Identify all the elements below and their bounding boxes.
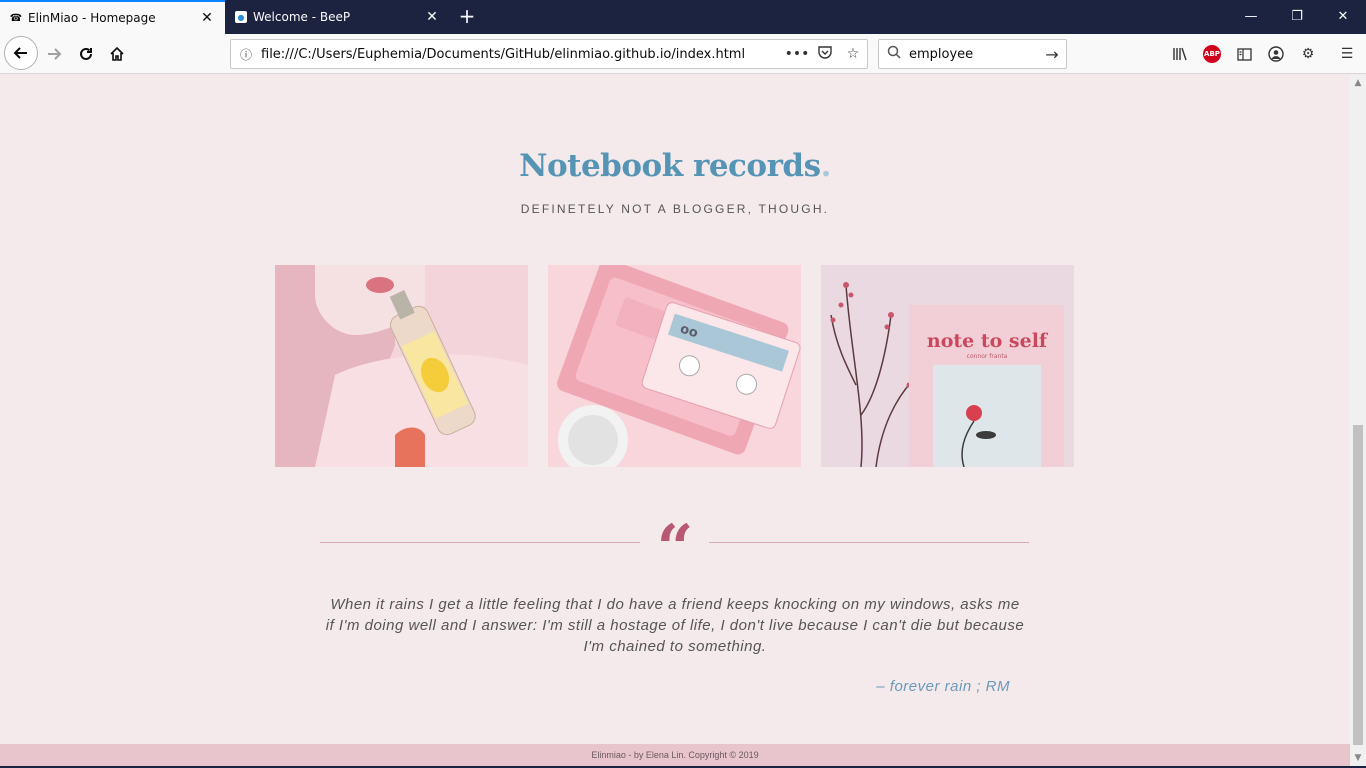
- address-bar[interactable]: ⓘ file:///C:/Users/Euphemia/Documents/Gi…: [230, 39, 868, 69]
- page-title-dot: .: [820, 148, 832, 184]
- minimize-window-icon[interactable]: —: [1228, 0, 1274, 32]
- beep-favicon-icon: ●: [235, 11, 247, 23]
- site-info-icon[interactable]: ⓘ: [231, 46, 261, 63]
- tab-title: ElinMiao - Homepage: [28, 11, 156, 25]
- search-icon: [879, 45, 909, 63]
- sidebar-icon[interactable]: [1233, 43, 1255, 65]
- new-tab-plus-icon[interactable]: +: [456, 6, 478, 28]
- quote-text: When it rains I get a little feeling tha…: [325, 596, 1025, 655]
- page-title-text: Notebook records: [519, 148, 821, 184]
- telephone-favicon-icon: ☎: [9, 12, 23, 24]
- close-tab-icon[interactable]: ✕: [424, 9, 440, 25]
- hamburger-menu-icon[interactable]: ☰: [1336, 43, 1358, 65]
- scroll-down-arrow-icon[interactable]: ▼: [1350, 753, 1366, 763]
- close-window-icon[interactable]: ✕: [1320, 0, 1366, 32]
- scrollbar-thumb[interactable]: [1353, 425, 1363, 745]
- vertical-scrollbar[interactable]: ▲ ▼: [1350, 75, 1366, 768]
- home-icon[interactable]: [101, 38, 133, 70]
- back-arrow-icon[interactable]: [4, 36, 38, 70]
- book-title: note to self: [927, 330, 1049, 352]
- quote-divider-left: [320, 542, 640, 543]
- navigation-toolbar: ⓘ file:///C:/Users/Euphemia/Documents/Gi…: [0, 34, 1366, 74]
- restore-window-icon[interactable]: ❐: [1274, 0, 1320, 32]
- quote-author: – forever rain ; RM: [876, 678, 1010, 695]
- url-text[interactable]: file:///C:/Users/Euphemia/Documents/GitH…: [261, 47, 783, 62]
- pocket-icon[interactable]: [811, 45, 839, 63]
- photo-note-to-self-book[interactable]: note to self connor franta: [821, 265, 1074, 467]
- page-footer: Elinmiao - by Elena Lin. Copyright © 201…: [0, 744, 1350, 766]
- close-tab-icon[interactable]: ✕: [199, 10, 215, 26]
- page-subtitle: DEFINETELY NOT A BLOGGER, THOUGH.: [520, 202, 830, 216]
- bookmark-star-icon[interactable]: ☆: [839, 46, 867, 62]
- search-bar[interactable]: →: [878, 39, 1067, 69]
- page-actions-icon[interactable]: •••: [783, 46, 811, 62]
- search-input[interactable]: [909, 46, 1038, 62]
- search-go-arrow-icon[interactable]: →: [1038, 45, 1066, 64]
- tab-welcome-beep[interactable]: ● Welcome - BeeP ✕: [225, 0, 450, 34]
- library-icon[interactable]: [1169, 43, 1191, 65]
- book-author: connor franta: [967, 353, 1008, 360]
- scroll-up-arrow-icon[interactable]: ▲: [1350, 78, 1366, 88]
- tab-elinmiao-homepage[interactable]: ☎ ElinMiao - Homepage ✕: [0, 0, 225, 34]
- quote-mark-icon: “: [656, 511, 694, 586]
- tab-title: Welcome - BeeP: [253, 10, 351, 24]
- quote-divider-right: [709, 542, 1029, 543]
- adblock-plus-icon[interactable]: ABP: [1203, 45, 1221, 63]
- page-title: Notebook records.: [0, 148, 1350, 184]
- tab-strip: ☎ ElinMiao - Homepage ✕ ● Welcome - BeeP…: [0, 0, 1366, 34]
- photo-girl-drinking[interactable]: [275, 265, 528, 467]
- photo-cassette-player[interactable]: oo: [548, 265, 801, 467]
- account-icon[interactable]: [1265, 43, 1287, 65]
- page-content: Notebook records. DEFINETELY NOT A BLOGG…: [0, 75, 1350, 744]
- extension-gear-icon[interactable]: ⚙: [1297, 43, 1319, 65]
- reload-icon[interactable]: [70, 38, 102, 70]
- forward-arrow-icon[interactable]: [38, 38, 70, 70]
